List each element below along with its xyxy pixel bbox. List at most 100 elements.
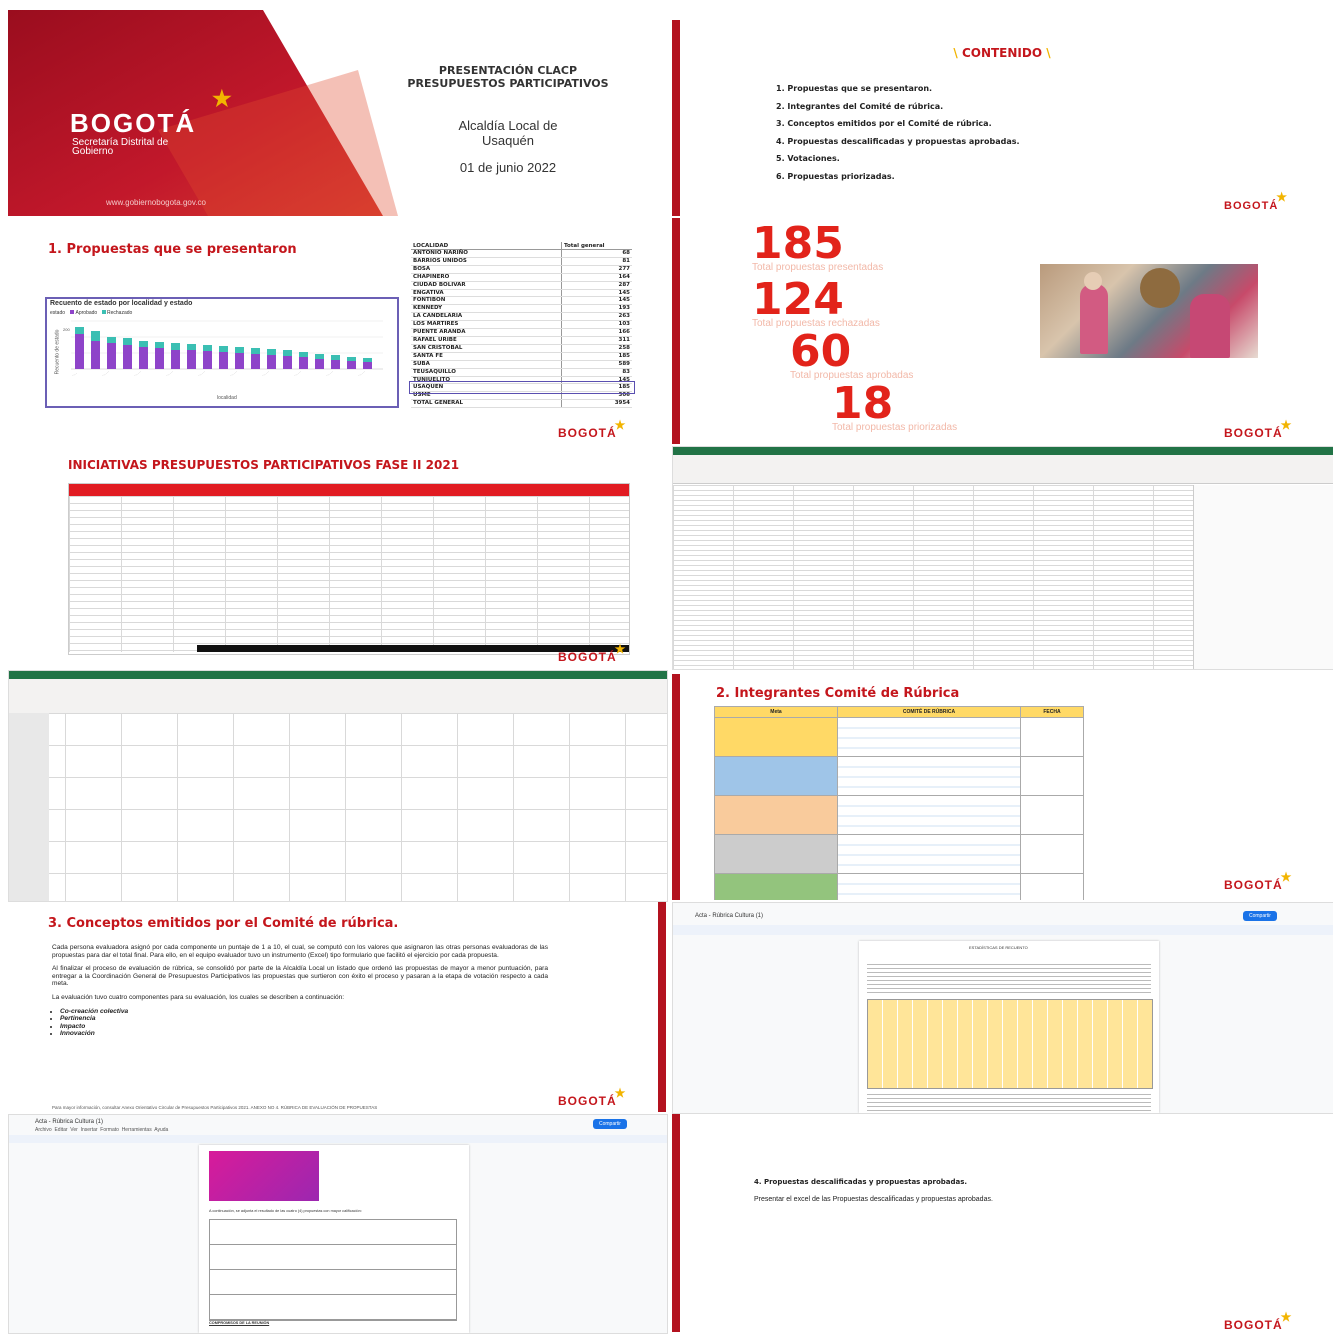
bar [347, 361, 356, 369]
total-cell: 164 [561, 273, 632, 282]
slide-title: 2. Integrantes Comité de Rúbrica [716, 686, 960, 701]
table-row [714, 873, 1084, 900]
contents-item: 6. Propuestas priorizadas. [776, 171, 895, 181]
excel-grid [9, 713, 667, 901]
photo-figure [1140, 268, 1180, 308]
bar [235, 353, 244, 369]
slide-stats: 185 Total propuestas presentadas 124 Tot… [672, 218, 1332, 444]
excel-title-bar [9, 671, 667, 679]
bar-chart: 200 ···· ······ ······ ······ ······ ···… [63, 320, 383, 378]
table-header: FECHA [1020, 706, 1084, 718]
gdoc-score-table [209, 1219, 457, 1321]
bar [331, 355, 340, 360]
bogota-logo: BOGOTÁ★ [1224, 190, 1289, 212]
bar [139, 341, 148, 347]
total-cell: 68 [561, 249, 632, 258]
footnote: Para mayor información, consultar Anexo … [52, 1105, 378, 1110]
svg-text:······: ······ [229, 369, 238, 378]
legend-swatch [70, 310, 75, 314]
table-row: ANTONIO NARIÑO 68 [411, 249, 632, 258]
gdoc-text [867, 961, 1151, 995]
table-row: ENGATIVA 145 [411, 289, 632, 298]
table-row [714, 795, 1084, 835]
photo-figure [1190, 294, 1230, 358]
locality-cell: TOTAL GENERAL [411, 399, 562, 409]
total-cell: 193 [561, 304, 632, 314]
gdoc-title: Acta - Rúbrica Cultura (1) [35, 1119, 104, 1125]
contents-item: 3. Conceptos emitidos por el Comité de r… [776, 119, 992, 128]
svg-text:······: ······ [261, 369, 270, 378]
section-text: Presentar el excel de las Propuestas des… [754, 1196, 993, 1203]
table-row [714, 834, 1084, 874]
bar [155, 348, 164, 369]
bar [299, 352, 308, 357]
locality-cell: RAFAEL URIBE [411, 336, 562, 345]
svg-text:······: ······ [293, 369, 302, 378]
initiatives-table [68, 483, 630, 655]
svg-text:······: ······ [325, 369, 334, 378]
table-header: LOCALIDAD [411, 242, 562, 250]
table-body [69, 496, 629, 652]
table-row: KENNEDY 193 [411, 304, 632, 314]
bar [187, 350, 196, 369]
excel-window [8, 670, 668, 902]
star-icon: ★ [1280, 418, 1293, 432]
bar [75, 334, 84, 369]
bogota-logo: BOGOTÁ★ [1224, 870, 1293, 892]
bar [107, 343, 116, 369]
slide-red-bar [672, 1114, 680, 1332]
gdoc-score-table [867, 999, 1153, 1089]
star-icon: ★ [1276, 190, 1289, 204]
table-row: RAFAEL URIBE 311 [411, 336, 632, 345]
table-row: CHAPINERO 164 [411, 273, 632, 282]
bar [171, 343, 180, 350]
contents-item: 4. Propuestas descalificadas y propuesta… [776, 136, 1020, 146]
bar [203, 351, 212, 369]
bar [107, 337, 116, 343]
bar [171, 350, 180, 369]
photo-figure [1080, 284, 1108, 354]
gdoc-page: ESTADÍSTICAS DE RECUENTO [859, 941, 1159, 1113]
website: www.gobiernobogota.gov.co [106, 198, 206, 207]
total-cell: 103 [561, 320, 632, 330]
slide-initiatives: INICIATIVAS PRESUPUESTOS PARTICIPATIVOS … [8, 446, 666, 668]
star-icon: ★ [614, 1086, 627, 1100]
paragraph: Cada persona evaluadora asignó por cada … [52, 944, 548, 959]
table-header-row: Meta COMITÉ DE RÚBRICA FECHA [714, 706, 1084, 718]
concepts-body: Cada persona evaluadora asignó por cada … [52, 944, 548, 1038]
slide-cover: BOGOTÁ ★ Secretaría Distrital de Gobierno… [8, 10, 666, 216]
contents-item: 2. Integrantes del Comité de rúbrica. [776, 101, 944, 111]
locality-cell: ENGATIVA [411, 289, 562, 298]
locality-cell: KENNEDY [411, 304, 562, 314]
bar [347, 357, 356, 361]
share-button[interactable]: Compartir [1243, 911, 1277, 921]
locality-cell: SAN CRISTOBAL [411, 344, 562, 353]
bar [283, 356, 292, 369]
stat-block: 18 Total propuestas priorizadas [832, 382, 957, 434]
contents-title: \ CONTENIDO \ [953, 46, 1051, 60]
bar [251, 348, 260, 354]
contents-item: 1. Propuestas que se presentaron. [776, 84, 933, 93]
locality-cell: CIUDAD BOLIVAR [411, 281, 562, 290]
table-row [714, 756, 1084, 796]
table-header: Total general [561, 242, 632, 250]
bogota-logo: BOGOTÁ★ [558, 642, 627, 664]
total-cell: 263 [561, 312, 632, 322]
paragraph: Al finalizar el proceso de evaluación de… [52, 965, 548, 988]
locality-cell: SANTA FE [411, 352, 562, 361]
share-button[interactable]: Compartir [593, 1119, 627, 1129]
gdoc-window: Acta - Rúbrica Cultura (1) Compartir EST… [672, 902, 1333, 1114]
slide-committee: 2. Integrantes Comité de Rúbrica Meta CO… [672, 674, 1332, 900]
slide-concepts: 3. Conceptos emitidos por el Comité de r… [8, 902, 666, 1112]
gdoc-toolbar [9, 1135, 667, 1143]
gdoc-title: Acta - Rúbrica Cultura (1) [695, 913, 764, 919]
bar [315, 354, 324, 359]
star-icon: ★ [614, 642, 627, 656]
gdoc-menu[interactable]: Archivo Editar Ver Insertar Formato Herr… [35, 1127, 168, 1133]
slide-red-bar [672, 674, 680, 900]
bar [283, 350, 292, 356]
slide-title: 3. Conceptos emitidos por el Comité de r… [48, 916, 399, 931]
locality-cell: PUENTE ARANDA [411, 328, 562, 337]
slash-icon: \ [1042, 46, 1051, 60]
gdoc-page: A continuación, se adjunta el resultado … [199, 1145, 469, 1333]
